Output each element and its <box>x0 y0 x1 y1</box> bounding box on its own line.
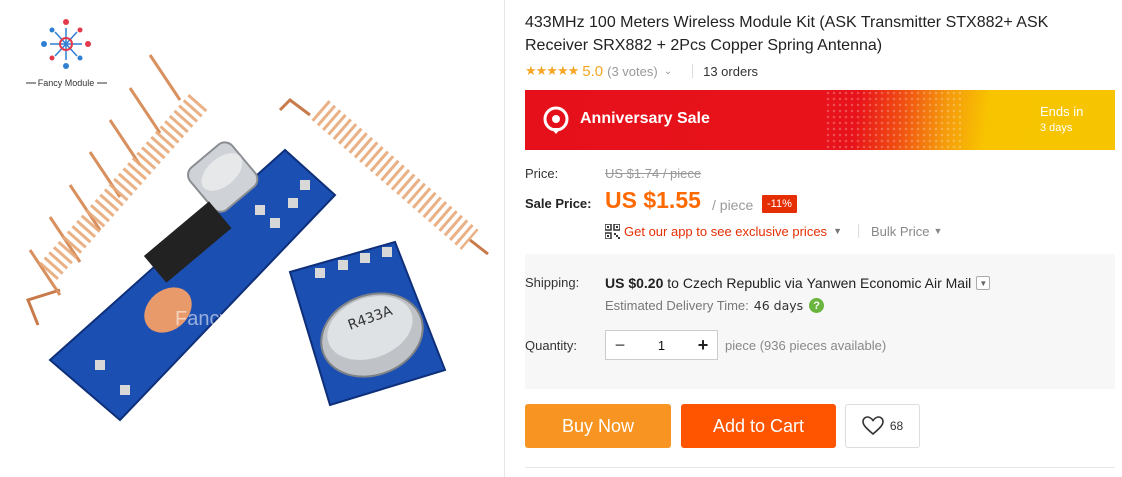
buy-now-button[interactable]: Buy Now <box>525 404 671 448</box>
quantity-input[interactable]: 1 <box>634 338 689 353</box>
rating-value: 5.0 <box>582 62 604 80</box>
shipping-country: Czech Republic <box>682 275 781 291</box>
orders-count: 13 orders <box>703 63 759 79</box>
help-icon[interactable]: ? <box>809 298 825 313</box>
decrement-button[interactable]: − <box>606 335 634 356</box>
shipping-label: Shipping: <box>525 275 580 290</box>
wishlist-button[interactable]: 68 <box>845 404 920 448</box>
receiver-board: R433A <box>288 240 447 407</box>
product-info: 433MHz 100 Meters Wireless Module Kit (A… <box>525 0 1115 477</box>
delivery-value: 46 days <box>753 298 804 313</box>
divider <box>692 64 694 78</box>
product-title: 433MHz 100 Meters Wireless Module Kit (A… <box>525 14 1049 54</box>
heart-icon <box>862 416 884 436</box>
price-unit: / piece <box>712 197 754 213</box>
sale-price-label: Sale Price: <box>525 196 592 211</box>
increment-button[interactable]: + <box>689 335 717 356</box>
caret-down-icon[interactable]: ▼ <box>833 226 842 236</box>
sale-banner[interactable]: Anniversary Sale Ends in 3 days <box>525 90 1115 150</box>
shipping-via: via <box>784 275 803 291</box>
qr-code-icon <box>605 223 620 239</box>
delivery-label: Estimated Delivery Time: <box>605 298 749 313</box>
caret-down-icon[interactable]: ▼ <box>934 226 943 236</box>
bulk-price-link[interactable]: Bulk Price <box>871 224 930 239</box>
quantity-label: Quantity: <box>525 338 578 353</box>
logo-text: Fancy Module <box>38 78 95 88</box>
ends-in-value: 3 days <box>1040 122 1073 134</box>
app-prices-link[interactable]: Get our app to see exclusive prices <box>624 224 827 239</box>
quantity-stepper: − 1 + <box>605 330 718 360</box>
divider <box>525 467 1115 468</box>
banner-pattern <box>825 90 965 150</box>
sale-banner-label: Anniversary Sale <box>580 110 710 127</box>
watermark: Fancy Module <box>175 308 301 330</box>
divider <box>857 224 859 238</box>
location-pin-icon <box>543 106 569 134</box>
chevron-down-icon[interactable]: ⌄ <box>664 66 672 77</box>
app-promo-row: Get our app to see exclusive prices ▼ Bu… <box>605 222 942 240</box>
product-photo: Fancy Module R433A Fancy Module <box>26 19 489 422</box>
star-rating-icon: ★★★★★ <box>525 63 579 78</box>
votes-link[interactable]: (3 votes) <box>607 64 658 79</box>
shipping-cost: US $0.20 <box>605 275 664 291</box>
chevron-down-icon[interactable]: ▼ <box>976 276 991 290</box>
shipping-carrier: Yanwen Economic Air Mail <box>806 275 972 291</box>
delivery-estimate: Estimated Delivery Time: 46 days ? <box>605 298 825 313</box>
shipping-to: to <box>667 275 679 291</box>
rating-row: ★★★★★ 5.0 (3 votes) ⌄ 13 orders <box>525 62 758 80</box>
brand-logo: Fancy Module <box>26 19 107 88</box>
product-image[interactable]: Fancy Module R433A Fancy Module <box>0 0 505 477</box>
original-price: US $1.74 / piece <box>605 166 702 181</box>
discount-badge: -11% <box>762 195 797 213</box>
shipping-option[interactable]: US $0.20 to Czech Republic via Yanwen Ec… <box>605 275 991 291</box>
ends-in-label: Ends in <box>1040 104 1084 119</box>
availability-text: piece (936 pieces available) <box>725 338 887 353</box>
wishlist-count: 68 <box>889 419 904 433</box>
add-to-cart-button[interactable]: Add to Cart <box>681 404 836 448</box>
price-label: Price: <box>525 166 559 181</box>
sale-price: US $1.55 <box>605 187 701 213</box>
